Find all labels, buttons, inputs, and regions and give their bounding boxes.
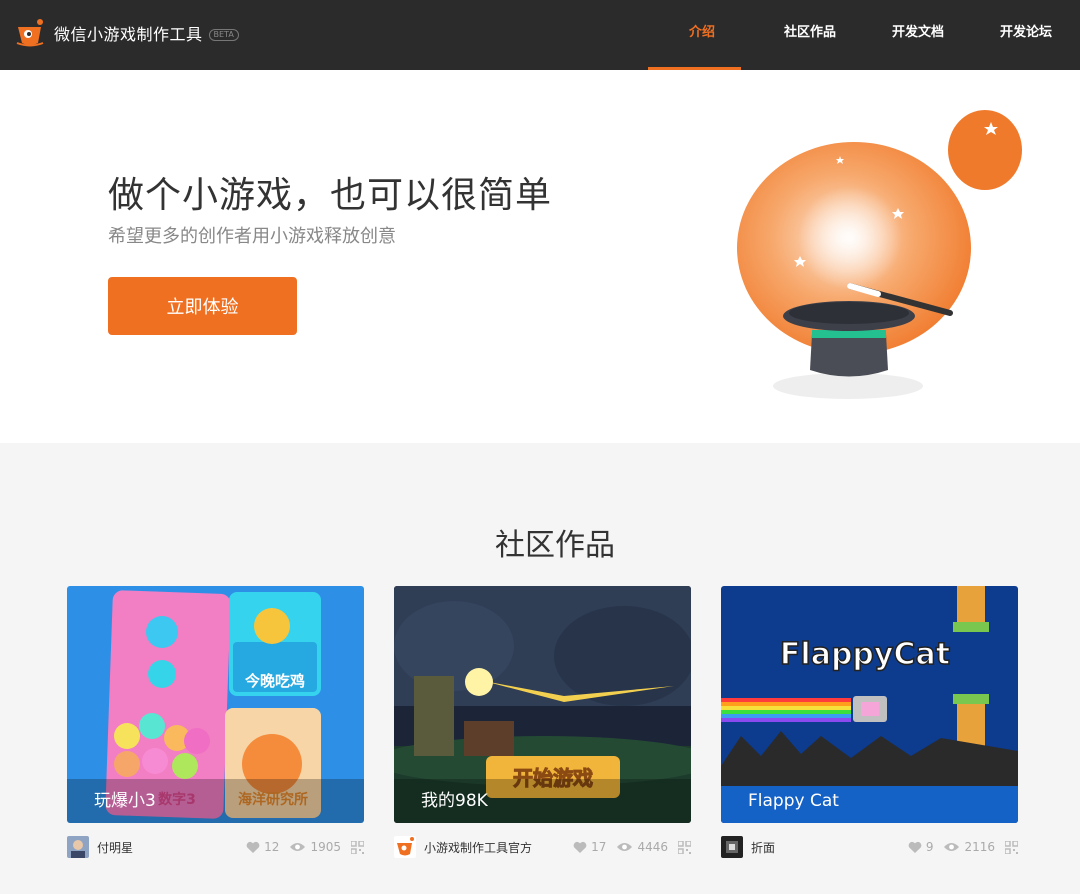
view-count: 4446 (637, 840, 668, 854)
work-card: 今晚吃鸡 海洋研究所 数字3 玩爆小3 付明星 12 1905 (67, 586, 364, 871)
logo-icon (16, 19, 44, 47)
eye-icon (944, 843, 960, 851)
work-stats: 17 4446 (573, 823, 691, 871)
view-stat: 2116 (943, 840, 995, 854)
work-thumbnail[interactable]: 开始游戏 我的98K (394, 586, 691, 823)
beta-badge: BETA (208, 29, 239, 41)
image-text: FlappyCat (780, 637, 950, 672)
eye-icon (290, 843, 306, 851)
main-nav: 介绍 社区作品 开发文档 开发论坛 (648, 0, 1080, 70)
heart-icon (573, 841, 587, 853)
brand-name: 微信小游戏制作工具 (54, 25, 203, 44)
work-stats: 12 1905 (246, 823, 364, 871)
try-now-button[interactable]: 立即体验 (108, 277, 297, 335)
like-stat[interactable]: 9 (908, 840, 934, 854)
like-count: 9 (925, 840, 934, 854)
work-title: 玩爆小3 (67, 779, 364, 823)
top-navbar: 微信小游戏制作工具 BETA 介绍 社区作品 开发文档 开发论坛 (0, 0, 1080, 70)
avatar[interactable] (721, 836, 743, 858)
like-stat[interactable]: 17 (573, 840, 606, 854)
like-count: 17 (591, 840, 607, 854)
heart-icon (908, 841, 922, 853)
qrcode-icon[interactable] (678, 840, 691, 854)
nav-docs[interactable]: 开发文档 (864, 0, 972, 70)
nav-forum[interactable]: 开发论坛 (972, 0, 1080, 70)
qrcode-icon[interactable] (351, 840, 364, 854)
nav-community[interactable]: 社区作品 (756, 0, 864, 70)
author-name[interactable]: 小游戏制作工具官方 (424, 839, 532, 856)
work-card: 开始游戏 我的98K 小游戏制作工具官方 17 4446 (394, 586, 691, 871)
like-count: 12 (264, 840, 280, 854)
work-thumbnail[interactable]: FlappyCat Flappy Cat (721, 586, 1018, 823)
eye-icon (617, 843, 633, 851)
view-stat: 4446 (616, 840, 668, 854)
work-card: FlappyCat Flappy Cat 折面 9 2116 (721, 586, 1018, 871)
work-meta: 折面 9 2116 (721, 823, 1018, 871)
nav-intro[interactable]: 介绍 (648, 0, 756, 70)
view-count: 2116 (964, 840, 995, 854)
avatar[interactable] (67, 836, 89, 858)
hero-section: 做个小游戏，也可以很简单 希望更多的创作者用小游戏释放创意 立即体验 (0, 70, 1080, 443)
work-thumbnail[interactable]: 今晚吃鸡 海洋研究所 数字3 玩爆小3 (67, 586, 364, 823)
view-stat: 1905 (289, 840, 341, 854)
work-title: Flappy Cat (748, 791, 839, 811)
like-stat[interactable]: 12 (246, 840, 279, 854)
author-name[interactable]: 付明星 (97, 839, 133, 856)
work-stats: 9 2116 (908, 823, 1018, 871)
community-title: 社区作品 (495, 528, 615, 563)
author-name[interactable]: 折面 (751, 839, 775, 856)
view-count: 1905 (310, 840, 341, 854)
work-meta: 付明星 12 1905 (67, 823, 364, 871)
work-title: 我的98K (394, 779, 691, 823)
hero-subtitle: 希望更多的创作者用小游戏释放创意 (108, 226, 396, 247)
image-text: 今晚吃鸡 (244, 672, 305, 690)
magic-hat-illustration (737, 110, 1022, 399)
work-meta: 小游戏制作工具官方 17 4446 (394, 823, 691, 871)
hero-title: 做个小游戏，也可以很简单 (108, 175, 553, 216)
brand[interactable]: 微信小游戏制作工具 BETA (14, 17, 239, 49)
qrcode-icon[interactable] (1005, 840, 1018, 854)
avatar[interactable] (394, 836, 416, 858)
heart-icon (246, 841, 260, 853)
